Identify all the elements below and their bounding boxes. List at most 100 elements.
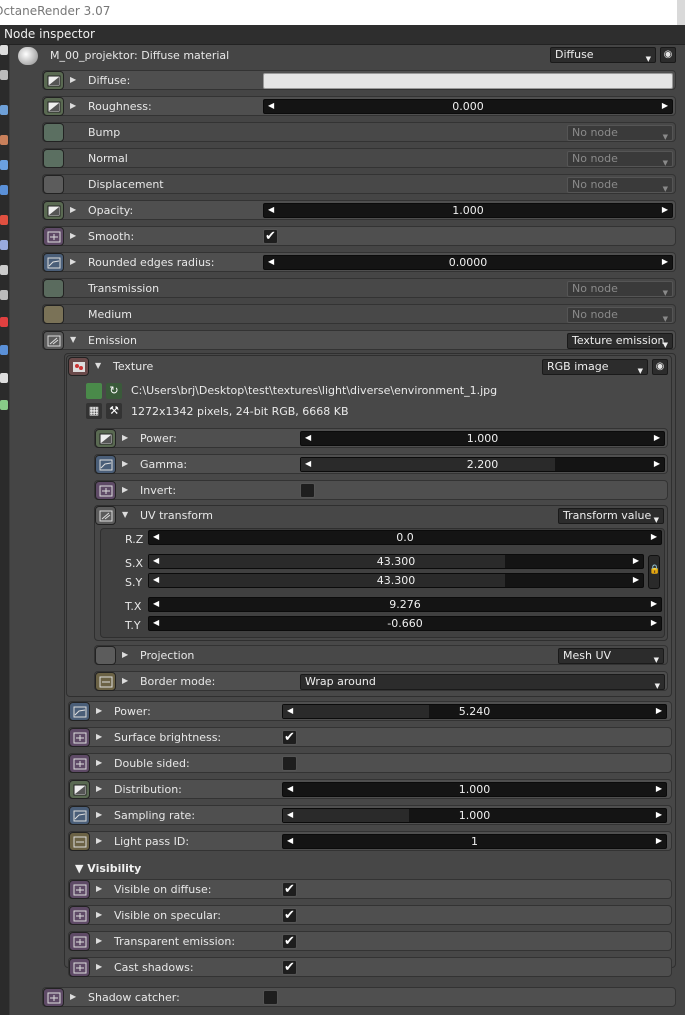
expand-arrow-icon[interactable]: ▶ — [122, 676, 128, 685]
float-pin-icon[interactable] — [69, 702, 90, 721]
medium-pin-icon[interactable] — [43, 305, 64, 324]
uv-transform-dropdown[interactable]: Transform value ▼ — [558, 508, 664, 524]
rounded-edges-row[interactable]: ▶ Rounded edges radius: ◀ 0.0000 ▶ — [42, 252, 676, 272]
tool-icon[interactable] — [0, 70, 8, 80]
diffuse-color-swatch[interactable] — [263, 73, 673, 89]
lock-icon[interactable]: 🔒 — [648, 555, 660, 589]
tool-icon[interactable] — [0, 215, 8, 225]
film-icon[interactable]: ▦ — [86, 403, 102, 419]
expand-arrow-icon[interactable]: ▶ — [70, 205, 76, 214]
texture-type-dropdown[interactable]: RGB image ▼ — [542, 359, 648, 375]
border-mode-row[interactable]: ▶ Border mode: Wrap around ▼ — [94, 671, 668, 691]
expand-arrow-icon[interactable]: ▶ — [96, 758, 102, 767]
shadow-catcher-checkbox[interactable] — [263, 990, 278, 1005]
smooth-row[interactable]: ▶ Smooth: ✔ — [42, 226, 676, 246]
expand-arrow-icon[interactable]: ▶ — [96, 836, 102, 845]
title-scrollbar[interactable] — [677, 0, 685, 25]
roughness-row[interactable]: ▶ Roughness: ◀ 0.000 ▶ — [42, 96, 676, 116]
tool-icon[interactable] — [0, 400, 8, 410]
ty-slider[interactable]: ◀ -0.660 ▶ — [148, 616, 662, 631]
float-pin-icon[interactable] — [95, 429, 116, 448]
sy-slider[interactable]: ◀ 43.300 ▶ — [148, 573, 644, 588]
rz-slider[interactable]: ◀ 0.0 ▶ — [148, 530, 662, 545]
expand-arrow-icon[interactable]: ▶ — [96, 910, 102, 919]
double-sided-checkbox[interactable] — [282, 756, 297, 771]
bool-pin-icon[interactable] — [69, 880, 90, 899]
collapse-arrow-icon[interactable]: ▼ — [122, 510, 128, 519]
expand-arrow-icon[interactable]: ▶ — [122, 433, 128, 442]
transmission-pin-icon[interactable] — [43, 279, 64, 298]
displacement-pin-icon[interactable] — [43, 175, 64, 194]
tool-icon[interactable] — [0, 45, 8, 55]
normal-row[interactable]: Normal No node ▼ — [42, 148, 676, 168]
sampling-rate-row[interactable]: ▶ Sampling rate: ◀ 1.000 ▶ — [68, 805, 672, 825]
tool-icon[interactable] — [0, 160, 8, 170]
smooth-checkbox[interactable]: ✔ — [263, 229, 278, 244]
float-pin-icon[interactable] — [69, 806, 90, 825]
displacement-row[interactable]: Displacement No node ▼ — [42, 174, 676, 194]
bump-row[interactable]: Bump No node ▼ — [42, 122, 676, 142]
distribution-slider[interactable]: ◀ 1.000 ▶ — [282, 782, 667, 797]
enum-pin-icon[interactable] — [95, 672, 116, 691]
expand-arrow-icon[interactable]: ▶ — [122, 485, 128, 494]
bool-pin-icon[interactable] — [69, 906, 90, 925]
emission-row[interactable]: ▼ Emission Texture emission ▼ — [42, 330, 676, 350]
expand-arrow-icon[interactable]: ▶ — [96, 936, 102, 945]
reload-icon[interactable]: ↻ — [106, 383, 122, 399]
gamma-slider[interactable]: ◀ 2.200 ▶ — [300, 457, 665, 472]
tool-icon[interactable] — [0, 373, 8, 383]
sx-slider[interactable]: ◀ 43.300 ▶ — [148, 554, 644, 569]
visible-on-specular-row[interactable]: ▶ Visible on specular: ✔ — [68, 905, 672, 925]
medium-row[interactable]: Medium No node ▼ — [42, 304, 676, 324]
displacement-node-dropdown[interactable]: No node ▼ — [567, 177, 673, 193]
bump-pin-icon[interactable] — [43, 123, 64, 142]
normal-node-dropdown[interactable]: No node ▼ — [567, 151, 673, 167]
projection-row[interactable]: ▶ Projection Mesh UV ▼ — [94, 645, 668, 665]
opacity-slider[interactable]: ◀ 1.000 ▶ — [263, 203, 673, 218]
texture-pin-icon[interactable] — [43, 71, 64, 90]
tool-icon[interactable] — [0, 135, 8, 145]
bool-pin-icon[interactable] — [69, 728, 90, 747]
float-pin-icon[interactable] — [43, 97, 64, 116]
transparent-emission-row[interactable]: ▶ Transparent emission: ✔ — [68, 931, 672, 951]
cast-shadows-checkbox[interactable]: ✔ — [282, 960, 297, 975]
visible-on-diffuse-row[interactable]: ▶ Visible on diffuse: ✔ — [68, 879, 672, 899]
tool-icon[interactable] — [0, 317, 8, 327]
opacity-row[interactable]: ▶ Opacity: ◀ 1.000 ▶ — [42, 200, 676, 220]
diffuse-row[interactable]: ▶ Diffuse: — [42, 70, 676, 90]
bool-pin-icon[interactable] — [95, 481, 116, 500]
texture-pin-icon[interactable] — [68, 357, 89, 376]
uv-transform-header[interactable]: ▼ UV transform Transform value ▼ — [95, 506, 667, 526]
expand-arrow-icon[interactable]: ▶ — [96, 884, 102, 893]
collapse-arrow-icon[interactable]: ▼ — [95, 361, 101, 370]
texture-power-row[interactable]: ▶ Power: ◀ 1.000 ▶ — [94, 428, 668, 448]
material-type-dropdown[interactable]: Diffuse ▼ — [550, 47, 656, 63]
double-sided-row[interactable]: ▶ Double sided: — [68, 753, 672, 773]
bool-pin-icon[interactable] — [43, 227, 64, 246]
expand-arrow-icon[interactable]: ▶ — [70, 231, 76, 240]
border-mode-dropdown[interactable]: Wrap around ▼ — [300, 674, 665, 690]
light-pass-id-row[interactable]: ▶ Light pass ID: ◀ 1 ▶ — [68, 831, 672, 851]
projection-dropdown[interactable]: Mesh UV ▼ — [558, 648, 664, 664]
expand-arrow-icon[interactable]: ▶ — [122, 650, 128, 659]
eye-icon[interactable]: ◉ — [660, 47, 676, 63]
emission-type-dropdown[interactable]: Texture emission ▼ — [567, 333, 673, 349]
transmission-node-dropdown[interactable]: No node ▼ — [567, 281, 673, 297]
projection-pin-icon[interactable] — [95, 646, 116, 665]
tool-icon[interactable] — [0, 345, 8, 355]
float-pin-icon[interactable] — [43, 201, 64, 220]
expand-arrow-icon[interactable]: ▶ — [96, 784, 102, 793]
expand-arrow-icon[interactable]: ▶ — [70, 101, 76, 110]
expand-arrow-icon[interactable]: ▶ — [70, 257, 76, 266]
tool-icon[interactable] — [0, 265, 8, 275]
transparent-emission-checkbox[interactable]: ✔ — [282, 934, 297, 949]
eye-icon[interactable]: ◉ — [652, 359, 668, 375]
bool-pin-icon[interactable] — [69, 932, 90, 951]
texture-header[interactable]: ▼ Texture RGB image ▼ ◉ — [68, 357, 670, 377]
expand-arrow-icon[interactable]: ▶ — [96, 706, 102, 715]
wrench-icon[interactable]: ⚒ — [106, 403, 122, 419]
light-pass-id-slider[interactable]: ◀ 1 ▶ — [282, 834, 667, 849]
rounded-edges-slider[interactable]: ◀ 0.0000 ▶ — [263, 255, 673, 270]
transmission-row[interactable]: Transmission No node ▼ — [42, 278, 676, 298]
transform-pin-icon[interactable] — [95, 506, 116, 525]
